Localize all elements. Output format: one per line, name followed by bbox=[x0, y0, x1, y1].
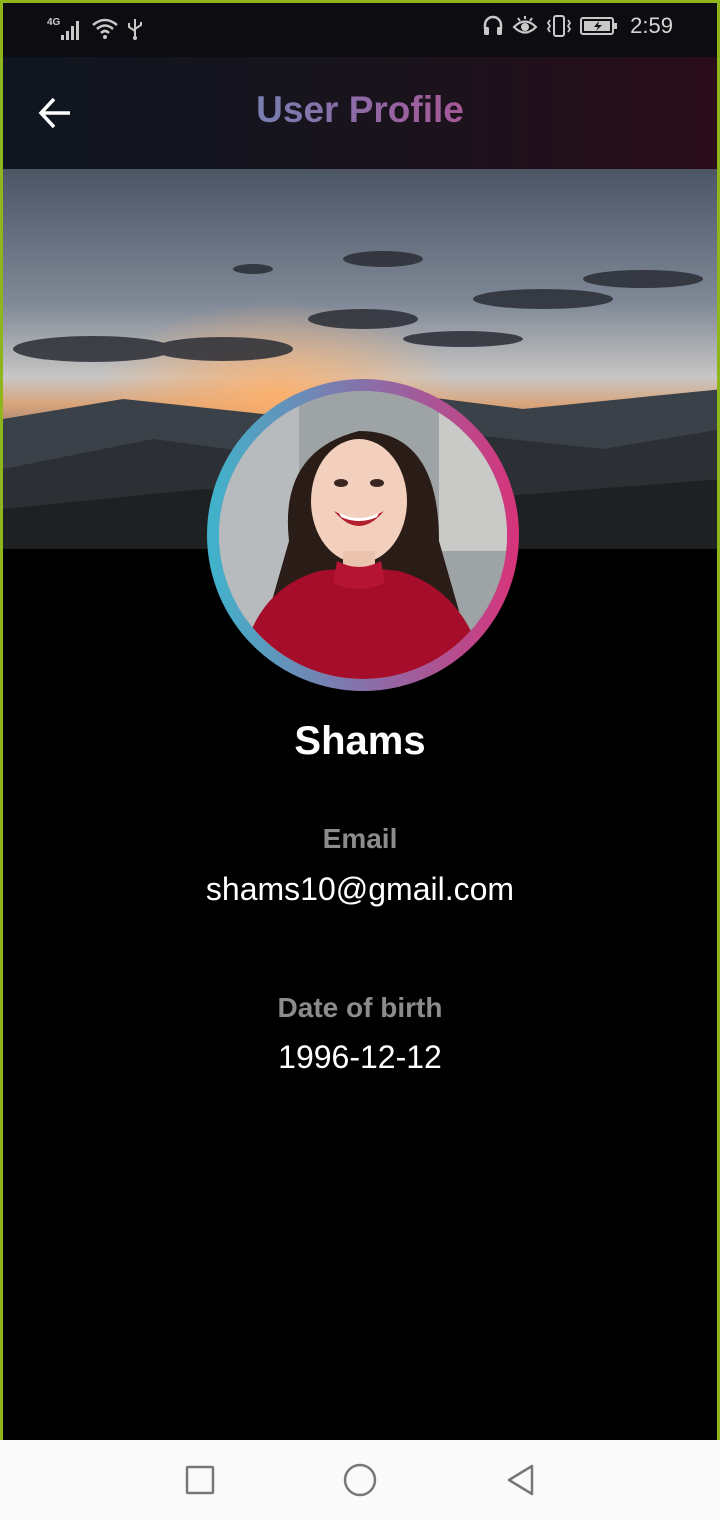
navigation-bar bbox=[0, 1440, 720, 1520]
headphones-icon bbox=[483, 15, 503, 35]
status-time: 2:59 bbox=[630, 13, 673, 38]
vibrate-icon bbox=[547, 15, 572, 37]
profile-name: Shams bbox=[294, 719, 426, 763]
home-circle-icon bbox=[343, 1463, 377, 1497]
avatar[interactable] bbox=[219, 391, 507, 679]
app-bar: User Profile bbox=[3, 57, 717, 169]
email-value: shams10@gmail.com bbox=[205, 871, 515, 907]
status-left-group: 4G bbox=[47, 15, 143, 43]
avatar-ring bbox=[207, 379, 519, 691]
home-button[interactable] bbox=[340, 1460, 380, 1500]
system-back-button[interactable] bbox=[500, 1460, 540, 1500]
signal-icon: 4G bbox=[47, 17, 79, 40]
page-title: User Profile bbox=[3, 89, 717, 131]
app-screen: 4G 2:59 User Profile Shams Email shams10… bbox=[0, 0, 720, 1440]
recents-button[interactable] bbox=[180, 1460, 220, 1500]
usb-icon bbox=[128, 19, 142, 40]
email-label: Email bbox=[322, 823, 398, 854]
status-bar: 4G 2:59 bbox=[3, 3, 717, 57]
status-right-group: 2:59 bbox=[482, 13, 673, 39]
dob-value: 1996-12-12 bbox=[278, 1039, 442, 1075]
recents-square-icon bbox=[185, 1465, 215, 1495]
battery-charging-icon bbox=[580, 17, 618, 35]
eye-icon bbox=[512, 16, 538, 34]
wifi-icon bbox=[92, 18, 118, 39]
dob-label: Date of birth bbox=[277, 992, 443, 1023]
back-triangle-icon bbox=[507, 1464, 534, 1496]
network-type-label: 4G bbox=[47, 17, 61, 28]
